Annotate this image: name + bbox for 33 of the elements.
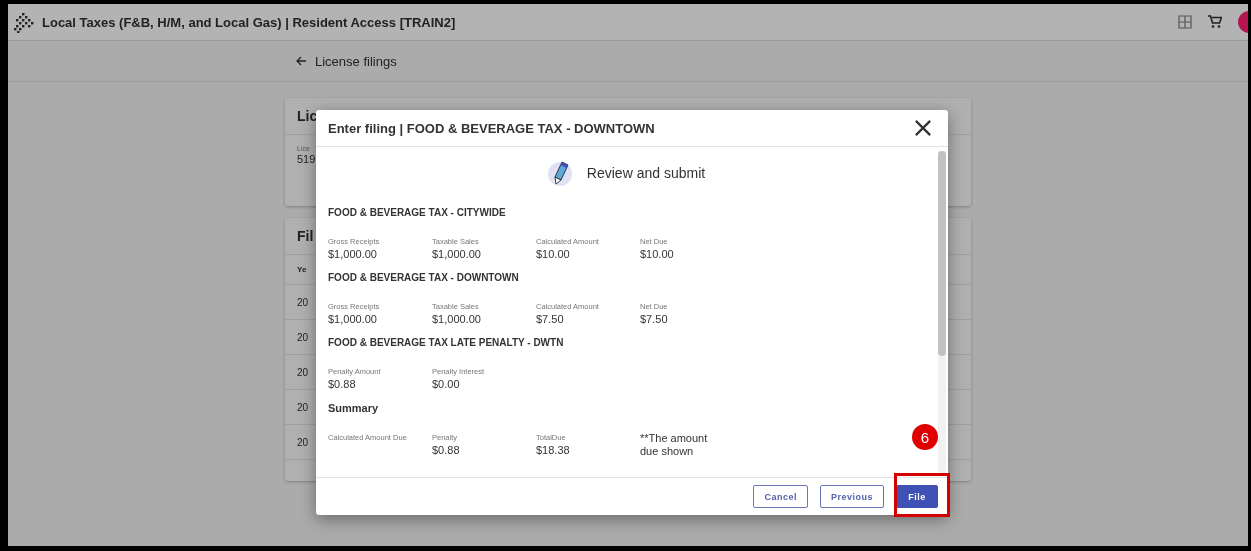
highlight-frame [894,473,950,517]
scrollbar[interactable] [938,151,946,473]
dialog-button[interactable]: Previous [819,485,884,508]
table-cell-text: 20 [296,331,309,343]
dialog-button[interactable]: Cancel [753,485,808,508]
field-value: $0.88 [432,444,461,456]
field-value: 519 [296,152,317,166]
step-title: Review and submit [586,165,706,181]
table-cell-text: 20 [296,401,309,413]
dialog-title: Enter filing | FOOD & BEVERAGE TAX - DOWNTOWN [328,120,655,136]
table-cell-text: 20 [296,366,309,378]
arrow-icon [295,55,307,67]
field-value: $18.38 [536,444,571,456]
app-title: Local Taxes (F&B, H/M, and Local Gas) | Resident Access [TRAIN2] [42,14,457,30]
pencil-icon [546,159,573,187]
table-cell-text: 20 [296,436,309,448]
field-value: $1,000.00 [432,313,482,325]
field-value: $0.00 [432,378,461,390]
field-value: $0.88 [328,378,357,390]
field-value: $7.50 [640,313,669,325]
field-value: $7.50 [536,313,565,325]
section-heading: FOOD & BEVERAGE TAX LATE PENALTY - DWTN [328,336,565,350]
section-heading: FOOD & BEVERAGE TAX - DOWNTOWN [328,271,520,285]
back-link[interactable]: License filings [295,53,397,69]
section-heading: Summary [328,401,380,416]
note-text: **The amount due shown [640,432,709,458]
field-value: $1,000.00 [328,313,378,325]
table-cell-text: 20 [296,296,309,308]
file-button[interactable]: File [896,485,938,508]
section-heading: FOOD & BEVERAGE TAX - CITYWIDE [328,206,507,220]
grid-icon[interactable] [1178,15,1192,29]
logo-icon [12,11,34,33]
cart-icon[interactable] [1208,15,1222,29]
